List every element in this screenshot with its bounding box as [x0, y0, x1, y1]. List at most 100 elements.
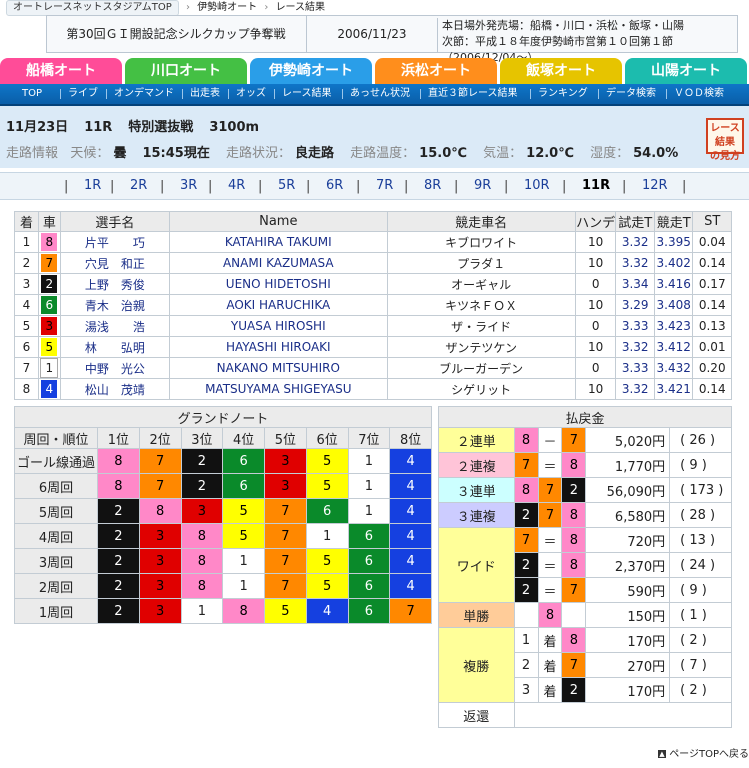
rider-name-link[interactable]: 上野 秀俊 — [59, 273, 171, 295]
lap-car: 7 — [264, 498, 307, 524]
lap-car: 5 — [305, 473, 349, 499]
lap-car: 6 — [347, 598, 391, 624]
venue-tab-1[interactable]: 船橋オート — [0, 58, 122, 84]
subnav-item-6[interactable]: レース結果 — [282, 84, 332, 104]
race-tab-8R[interactable]: 8R — [424, 177, 441, 195]
payout-amount: 170円 — [585, 677, 671, 703]
grand-note-table: グランドノート 周回・順位 1位 2位 3位 4位 5位 6位 7位 8位 ゴール線通過 8 7 2 6… — [14, 406, 432, 624]
payout-row-tansho: 単勝 8 150円( 1 ) — [438, 602, 732, 628]
payout-car: 8 — [561, 627, 587, 653]
machine-name: キツネＦＯＸ — [386, 294, 576, 316]
start-timing: 0.17 — [692, 273, 732, 295]
machine-name: シゲリット — [386, 378, 576, 400]
lap-car: 8 — [138, 498, 182, 524]
venue-tabs: 船橋オート 川口オート 伊勢崎オート 浜松オート 飯塚オート 山陽オート — [0, 58, 749, 84]
race-tab-divider: | — [110, 179, 115, 194]
venue-tab-4[interactable]: 浜松オート — [375, 58, 497, 84]
rider-name-link[interactable]: 林 弘明 — [59, 336, 171, 358]
page-top-link[interactable]: ▲ ページTOPへ戻る — [658, 745, 749, 760]
lap-car: 6 — [305, 498, 349, 524]
breadcrumb-top-link[interactable]: オートレースネットスタジアムTOP — [6, 0, 179, 16]
subnav-item-3[interactable]: オンデマンド — [114, 84, 174, 104]
subnav-item-10[interactable]: データ検索 — [606, 84, 656, 104]
subnav-item-7[interactable]: あっせん状況 — [350, 84, 410, 104]
lap-label: 6周回 — [14, 473, 98, 499]
track-value: 良走路 — [295, 146, 335, 161]
lap-car: 7 — [389, 598, 432, 624]
rider-name-link[interactable]: 片平 巧 — [59, 231, 171, 253]
result-guide-line1: レース結果 — [710, 123, 740, 148]
subnav-divider — [60, 89, 61, 99]
payout-car: 2 — [513, 577, 539, 603]
payout-car: 2 — [561, 677, 587, 703]
race-time: 3.423 — [653, 315, 694, 337]
rider-name-link[interactable]: 湯浅 浩 — [59, 315, 171, 337]
grand-note-col-header: 6位 — [305, 427, 349, 449]
race-tab-3R[interactable]: 3R — [180, 177, 197, 195]
car-number: 7 — [37, 252, 61, 274]
result-col-header: 選手名 — [59, 211, 171, 232]
handicap: 10 — [574, 252, 617, 274]
race-tab-12R[interactable]: 12R — [642, 177, 668, 195]
venue-tab-3[interactable]: 伊勢崎オート — [250, 58, 372, 84]
machine-name: キブロワイト — [386, 231, 576, 253]
race-name: 特別選抜戦 — [128, 120, 194, 135]
race-tab-9R[interactable]: 9R — [474, 177, 491, 195]
breadcrumb-venue-link[interactable]: 伊勢崎オート — [197, 2, 257, 13]
rider-name-link[interactable]: 中野 光公 — [59, 357, 171, 379]
venue-tab-2[interactable]: 川口オート — [125, 58, 247, 84]
payout-car: 7 — [561, 427, 587, 453]
venue-tab-5[interactable]: 飯塚オート — [500, 58, 622, 84]
venue-tab-6[interactable]: 山陽オート — [625, 58, 747, 84]
rider-name-link[interactable]: 穴見 和正 — [59, 252, 171, 274]
subnav-item-4[interactable]: 出走表 — [190, 84, 220, 104]
race-tab-6R[interactable]: 6R — [326, 177, 343, 195]
event-info-line1: 本日場外発売場：船橋・川口・浜松・飯塚・山陽 — [442, 19, 684, 32]
rider-romaji: HAYASHI HIROAKI — [169, 336, 388, 358]
race-tab-1R[interactable]: 1R — [84, 177, 101, 195]
finish-position: 2 — [14, 252, 39, 274]
race-tab-2R[interactable]: 2R — [130, 177, 147, 195]
race-tab-5R[interactable]: 5R — [278, 177, 295, 195]
lap-label: 1周回 — [14, 598, 98, 624]
subnav-item-5[interactable]: オッズ — [236, 84, 266, 104]
payout-blank — [513, 602, 539, 628]
machine-name: ザ・ライド — [386, 315, 576, 337]
payout-title: 払戻金 — [438, 406, 732, 428]
race-tab-7R[interactable]: 7R — [376, 177, 393, 195]
trial-time: 3.34 — [615, 273, 655, 295]
lap-car: 1 — [222, 573, 265, 599]
payout-row-renpuku3: ３連複 2 7 8 6,580円( 28 ) — [438, 502, 732, 528]
lap-car: 5 — [222, 498, 265, 524]
subnav-divider — [106, 89, 107, 99]
subnav-item-9[interactable]: ランキング — [538, 84, 588, 104]
rider-romaji: MATSUYAMA SHIGEYASU — [169, 378, 388, 400]
subnav-item-11[interactable]: ＶＯＤ検索 — [674, 84, 724, 104]
rider-name-link[interactable]: 青木 治親 — [59, 294, 171, 316]
grand-note-col-header: 3位 — [180, 427, 224, 449]
race-tab-divider: | — [356, 179, 361, 194]
lap-label: 2周回 — [14, 573, 98, 599]
result-guide-button[interactable]: レース結果 の見方 — [706, 118, 744, 162]
subnav-divider — [420, 89, 421, 99]
race-tab-10R[interactable]: 10R — [524, 177, 550, 195]
payout-car: 2 — [561, 477, 587, 503]
rider-name-link[interactable]: 松山 茂靖 — [59, 378, 171, 400]
lap-car: 3 — [138, 523, 182, 549]
trial-time: 3.32 — [615, 336, 655, 358]
lap-car: 3 — [138, 598, 182, 624]
race-tab-divider: | — [504, 179, 509, 194]
race-time: 3.395 — [653, 231, 694, 253]
payout-amount: 5,020円 — [585, 427, 671, 453]
payout-car: 8 — [561, 502, 587, 528]
subnav-item-8[interactable]: 直近３節レース結果 — [428, 84, 518, 104]
table-row: 5 3 湯浅 浩 YUASA HIROSHI ザ・ライド 0 3.33 3.423 0.13 — [14, 315, 732, 337]
subnav-item-1[interactable]: TOP — [22, 84, 42, 104]
payout-amount: 720円 — [585, 527, 671, 553]
lap-car: 2 — [97, 573, 140, 599]
lap-car: 1 — [347, 473, 391, 499]
race-tab-4R[interactable]: 4R — [228, 177, 245, 195]
lap-car: 7 — [138, 473, 182, 499]
subnav-item-2[interactable]: ライブ — [68, 84, 98, 104]
payout-row-rentan2: ２連単 8 － 7 5,020円( 26 ) — [438, 427, 732, 453]
